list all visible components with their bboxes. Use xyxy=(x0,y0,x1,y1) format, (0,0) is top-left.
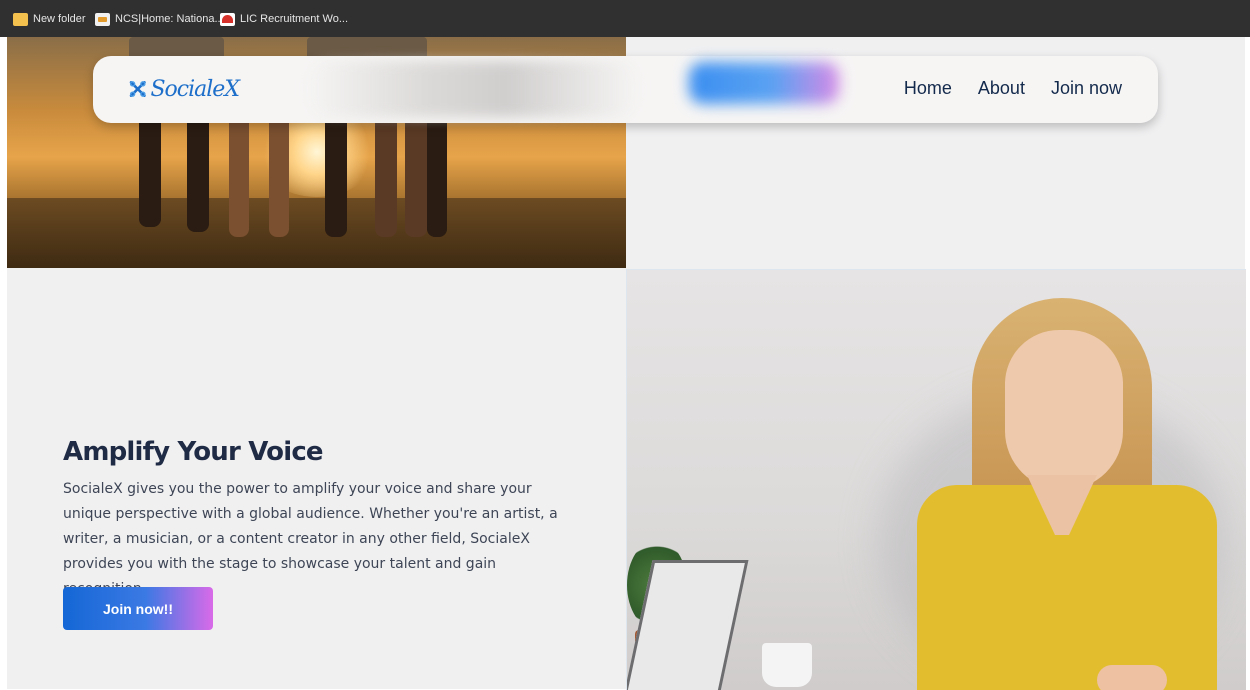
lic-favicon-icon xyxy=(220,12,235,26)
bookmark-label: New folder xyxy=(33,13,86,25)
join-now-button[interactable]: Join now!! xyxy=(63,587,213,630)
nav-links: Home About Join now xyxy=(904,78,1122,99)
woman-face xyxy=(1005,330,1123,490)
coffee-mug xyxy=(762,643,812,687)
bookmark-new-folder[interactable]: New folder xyxy=(13,11,86,27)
nav-link-home[interactable]: Home xyxy=(904,78,952,99)
section-heading: Amplify Your Voice xyxy=(63,437,324,467)
feature-photo xyxy=(626,269,1246,690)
section-body: SocialeX gives you the power to amplify … xyxy=(63,481,558,597)
bookmark-label: NCS|Home: Nationa... xyxy=(115,13,224,25)
ncs-favicon-icon xyxy=(95,12,110,26)
bookmarks-bar: New folder NCS|Home: Nationa... LIC Recr… xyxy=(0,0,1250,37)
bookmark-ncs-home[interactable]: NCS|Home: Nationa... xyxy=(95,11,224,27)
logo-icon xyxy=(129,81,146,97)
logo-text: SocialeX xyxy=(150,76,240,102)
blurred-background xyxy=(308,61,638,117)
nav-link-about[interactable]: About xyxy=(978,78,1025,99)
blurred-button-shadow xyxy=(689,62,839,104)
woman-hand xyxy=(1097,665,1167,690)
logo[interactable]: SocialeX xyxy=(129,69,240,109)
page-content: SocialeX Home About Join now Amplify You… xyxy=(7,37,1246,690)
navbar: SocialeX Home About Join now xyxy=(93,56,1158,123)
amplify-section: Amplify Your Voice SocialeX gives you th… xyxy=(63,437,583,602)
folder-icon xyxy=(13,12,28,26)
bookmark-label: LIC Recruitment Wo... xyxy=(240,13,348,25)
bookmark-lic-recruitment[interactable]: LIC Recruitment Wo... xyxy=(220,11,348,27)
nav-link-join-now[interactable]: Join now xyxy=(1051,78,1122,99)
grass-ground xyxy=(7,198,626,268)
